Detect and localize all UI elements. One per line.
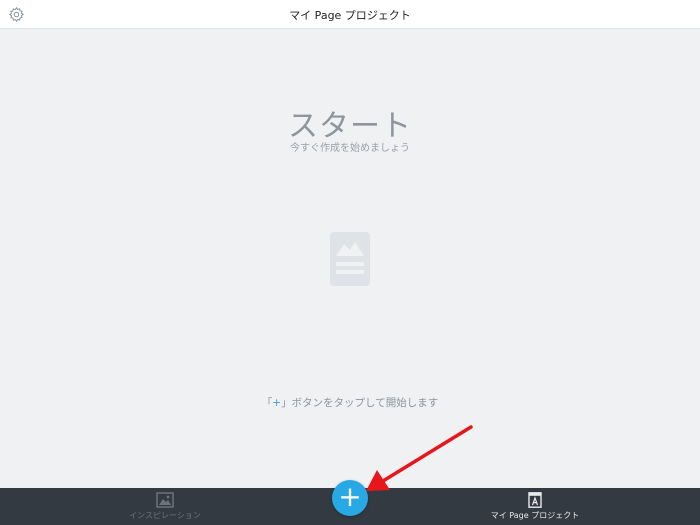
empty-state-subtitle: 今すぐ作成を始めましょう [290, 143, 410, 154]
tab-my-page-projects-label: マイ Page プロジェクト [490, 511, 580, 520]
tab-my-page-projects[interactable]: マイ Page プロジェクト [465, 492, 605, 522]
add-project-button[interactable]: + [332, 480, 368, 516]
page-title: マイ Page プロジェクト [289, 9, 411, 22]
hint-plus: + [272, 397, 282, 409]
tab-inspiration-label: インスピレーション [129, 511, 201, 520]
plus-icon: + [338, 480, 362, 513]
image-document-icon [330, 232, 370, 286]
hint-text: 」ボタンをタップして開始します [281, 397, 439, 409]
empty-state-area: スタート 今すぐ作成を始めましょう 「+」ボタンをタップして開始します [0, 29, 700, 488]
start-hint: 「+」ボタンをタップして開始します [0, 395, 700, 410]
hint-prefix: 「 [261, 397, 273, 409]
tab-inspiration[interactable]: インスピレーション [95, 492, 235, 522]
gallery-icon [156, 492, 174, 508]
top-bar: マイ Page プロジェクト [0, 0, 700, 29]
page-document-icon [528, 492, 542, 508]
